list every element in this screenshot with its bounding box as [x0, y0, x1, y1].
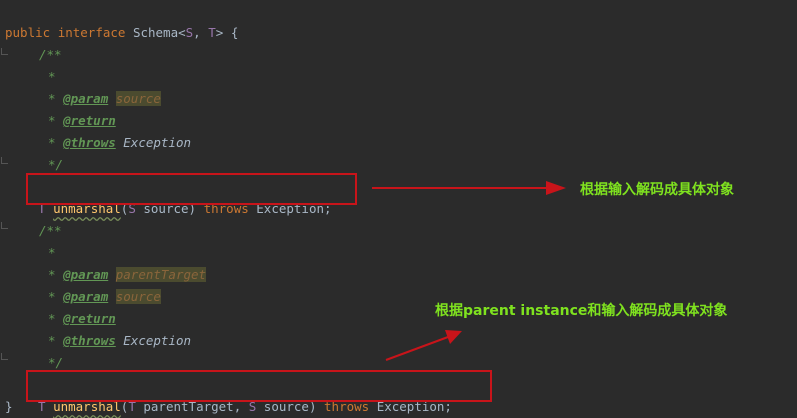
arrow-line-2	[385, 336, 449, 361]
arrow-head-1	[546, 181, 566, 195]
annotation-label-1: 根据输入解码成具体对象	[580, 182, 734, 198]
annotation-label-2: 根据parent instance和输入解码成具体对象	[435, 303, 728, 319]
arrow-head-2	[445, 330, 462, 344]
annotation-arrows	[372, 181, 566, 361]
